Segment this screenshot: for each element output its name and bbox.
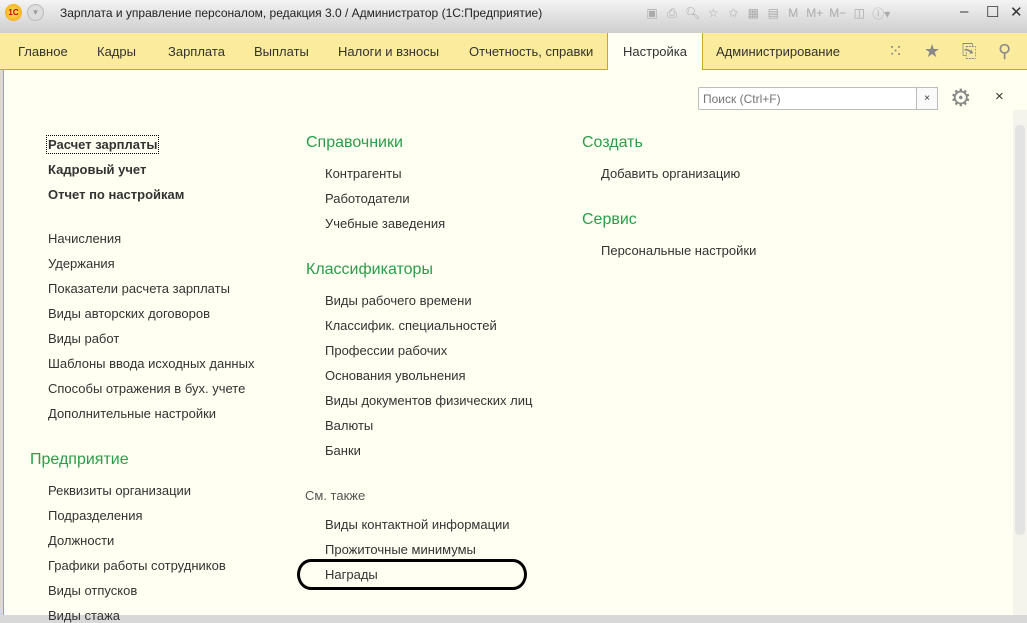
link-input-templates[interactable]: Шаблоны ввода исходных данных [48,356,254,371]
link-positions[interactable]: Должности [48,533,114,548]
heading-catalogs: Справочники [306,134,403,151]
memory-m-button[interactable]: M [786,6,800,20]
link-additional-settings[interactable]: Дополнительные настройки [48,406,216,421]
info-icon[interactable]: ⓘ▾ [872,5,890,22]
minimize-icon[interactable]: – [960,3,968,20]
tab-taxes[interactable]: Налоги и взносы [338,33,439,70]
section-menu: Главное Кадры Зарплата Выплаты Налоги и … [0,33,1027,71]
link-add-organization[interactable]: Добавить организацию [601,166,740,181]
scrollbar-thumb[interactable] [1015,125,1025,535]
memory-minus-button[interactable]: M− [829,6,846,20]
link-subsistence-minimums[interactable]: Прожиточные минимумы [325,542,476,557]
heading-create: Создать [582,134,643,151]
maximize-icon[interactable]: ☐ [986,3,999,21]
close-panel-button[interactable]: × [995,88,1004,105]
search-icon[interactable]: ⚲ [998,41,1011,62]
highlight-annotation [297,559,527,590]
link-personal-settings[interactable]: Персональные настройки [601,243,756,258]
link-specialties[interactable]: Классифик. специальностей [325,318,497,333]
app-logo-icon[interactable]: 1C [5,4,22,21]
link-currencies[interactable]: Валюты [325,418,373,433]
link-accounting-methods[interactable]: Способы отражения в бух. учете [48,381,245,396]
settings-panel: × ⚙ × Расчет зарплаты Кадровый учет Отче… [3,70,1027,623]
link-work-time-types[interactable]: Виды рабочего времени [325,293,472,308]
link-salary-calc[interactable]: Расчет зарплаты [45,135,160,154]
link-professions[interactable]: Профессии рабочих [325,343,447,358]
heading-see-also: См. также [305,488,366,503]
panel-icon[interactable]: ◫ [852,6,866,20]
link-seniority-types[interactable]: Виды стажа [48,608,120,623]
search-clear-button[interactable]: × [916,87,938,110]
preview-icon[interactable]: 🔍︎ [685,6,700,20]
window-close-icon[interactable]: ✕ [1010,3,1023,21]
link-accruals[interactable]: Начисления [48,231,121,246]
save-icon[interactable]: ▣ [645,6,659,20]
link-hr-accounting[interactable]: Кадровый учет [48,162,146,177]
calculator-icon[interactable]: ▦ [746,6,760,20]
link-vacation-types[interactable]: Виды отпусков [48,583,137,598]
window-title: Зарплата и управление персоналом, редакц… [60,6,543,20]
link-id-document-types[interactable]: Виды документов физических лиц [325,393,532,408]
link-org-details[interactable]: Реквизиты организации [48,483,191,498]
link-schools[interactable]: Учебные заведения [325,216,445,231]
link-employers[interactable]: Работодатели [325,191,410,206]
all-functions-icon[interactable]: ⁙ [888,41,903,62]
heading-classifiers: Классификаторы [306,261,433,278]
title-bar: 1C ▾ Зарплата и управление персоналом, р… [0,0,1027,33]
link-contact-info-types[interactable]: Виды контактной информации [325,517,510,532]
favorite-icon[interactable]: ✩ [726,6,740,20]
tab-settings[interactable]: Настройка [607,33,703,71]
toolbar: ▣ ⎙ 🔍︎ ☆ ✩ ▦ ▤ M M+ M− ◫ ⓘ▾ [645,3,890,23]
favorite-add-icon[interactable]: ☆ [706,6,720,20]
tab-payments[interactable]: Выплаты [254,33,309,70]
link-dismissal-reasons[interactable]: Основания увольнения [325,368,466,383]
tab-reports[interactable]: Отчетность, справки [469,33,593,70]
history-icon[interactable]: ⎘ [962,41,976,62]
tab-administration[interactable]: Администрирование [716,33,840,70]
tab-salary[interactable]: Зарплата [168,33,225,70]
search-input[interactable] [698,87,917,110]
link-settings-report[interactable]: Отчет по настройкам [48,187,184,202]
link-author-contracts[interactable]: Виды авторских договоров [48,306,210,321]
tab-main[interactable]: Главное [18,33,68,70]
settings-gear-icon[interactable]: ⚙ [950,84,972,113]
print-icon[interactable]: ⎙ [665,6,679,21]
link-counterparties[interactable]: Контрагенты [325,166,402,181]
heading-enterprise: Предприятие [30,451,129,468]
link-work-schedules[interactable]: Графики работы сотрудников [48,558,226,573]
heading-service: Сервис [582,211,637,228]
calendar-icon[interactable]: ▤ [766,6,780,20]
tab-hr[interactable]: Кадры [97,33,136,70]
main-menu-button[interactable]: ▾ [27,4,44,21]
memory-plus-button[interactable]: M+ [806,6,823,20]
link-indicators[interactable]: Показатели расчета зарплаты [48,281,230,296]
link-work-types[interactable]: Виды работ [48,331,119,346]
link-departments[interactable]: Подразделения [48,508,143,523]
link-banks[interactable]: Банки [325,443,361,458]
favorites-star-icon[interactable]: ★ [924,41,940,62]
link-deductions[interactable]: Удержания [48,256,115,271]
